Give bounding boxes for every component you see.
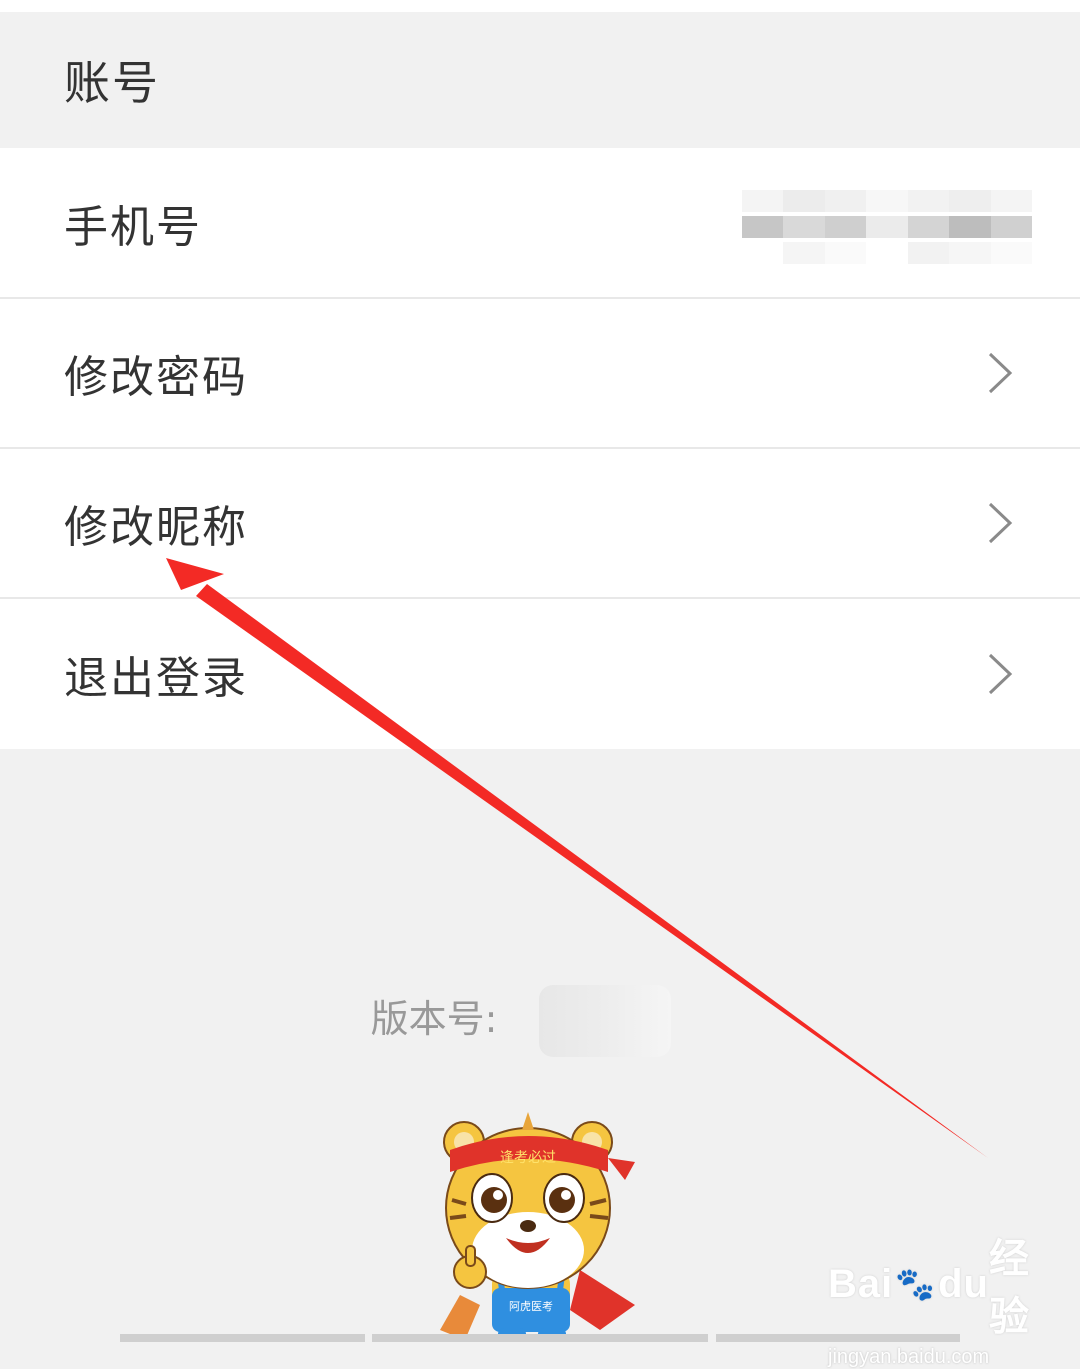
chevron-right-icon (988, 352, 1013, 394)
version-info: 版本号: (0, 985, 1080, 1057)
mascot-headband-text: 逢考必过 (500, 1150, 556, 1166)
change-password-label: 修改密码 (64, 352, 248, 403)
change-nickname-row[interactable]: 修改昵称 (0, 449, 1080, 599)
logout-row[interactable]: 退出登录 (0, 599, 1080, 749)
change-password-row[interactable]: 修改密码 (0, 299, 1080, 449)
tiger-mascot: 阿虎医考 逢考必过 (440, 1112, 635, 1342)
logout-label: 退出登录 (64, 653, 248, 704)
settings-list: 手机号 修改密码 修改昵称 退出登录 (0, 148, 1080, 749)
phone-number-redacted (742, 190, 1032, 264)
watermark-product: 经验 (988, 1237, 1030, 1339)
mascot-belly-text: 阿虎医考 (509, 1300, 553, 1313)
section-title: 账号 (64, 56, 160, 110)
version-number-redacted (539, 985, 672, 1057)
chevron-right-icon (988, 653, 1013, 695)
watermark-brand: Bai (828, 1261, 894, 1306)
chevron-right-icon (988, 502, 1013, 544)
section-header: 账号 (0, 12, 1080, 148)
bottom-tab-bar-edge (0, 1334, 1080, 1342)
watermark-url: jingyan.baidu.com (828, 1346, 990, 1368)
top-strip (0, 0, 1080, 12)
version-label: 版本号: (370, 996, 498, 1041)
phone-row: 手机号 (0, 148, 1080, 299)
phone-label: 手机号 (64, 201, 202, 253)
baidu-jingyan-watermark: Bai 🐾 du 经验 jingyan.baidu.com (828, 1226, 1029, 1368)
watermark-brand-suffix: du (938, 1261, 989, 1306)
paw-icon: 🐾 (895, 1266, 937, 1302)
change-nickname-label: 修改昵称 (64, 502, 248, 553)
